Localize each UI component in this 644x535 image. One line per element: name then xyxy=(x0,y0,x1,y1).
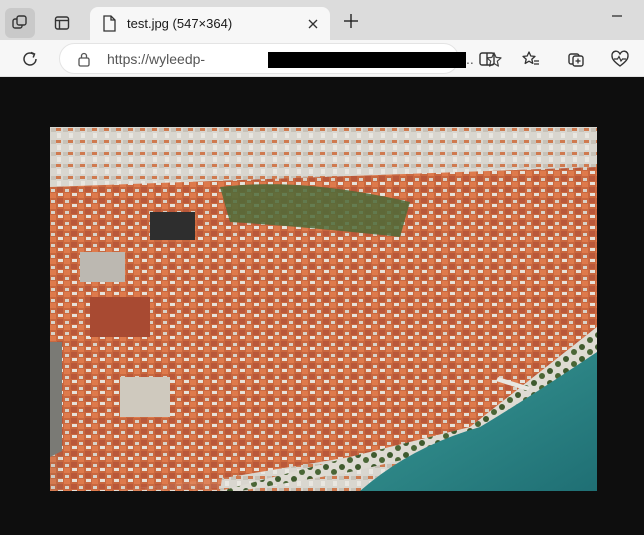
redacted-url-block xyxy=(268,52,466,68)
displayed-image[interactable] xyxy=(50,127,597,491)
close-icon[interactable] xyxy=(304,15,322,33)
reload-icon[interactable] xyxy=(17,46,43,72)
lock-icon[interactable] xyxy=(77,51,91,67)
plus-icon[interactable] xyxy=(338,8,364,34)
split-screen-icon[interactable] xyxy=(474,46,500,72)
workspaces-icon[interactable] xyxy=(5,8,35,38)
image-viewport xyxy=(0,78,644,535)
address-bar[interactable]: https://wyleedp- .. xyxy=(59,43,502,74)
active-tab[interactable]: test.jpg (547×364) xyxy=(90,7,330,40)
tab-actions-icon[interactable] xyxy=(47,8,77,38)
url-truncation: .. xyxy=(466,51,474,67)
favorites-icon[interactable] xyxy=(518,46,544,72)
tab-title: test.jpg (547×364) xyxy=(127,16,233,31)
minimize-icon[interactable] xyxy=(604,6,630,26)
file-icon xyxy=(102,15,116,32)
tab-strip: test.jpg (547×364) xyxy=(0,0,644,40)
url-text: https://wyleedp- xyxy=(107,51,206,67)
navigation-toolbar: https://wyleedp- .. xyxy=(0,40,644,77)
heart-pulse-icon[interactable] xyxy=(607,46,633,72)
collections-icon[interactable] xyxy=(563,46,589,72)
